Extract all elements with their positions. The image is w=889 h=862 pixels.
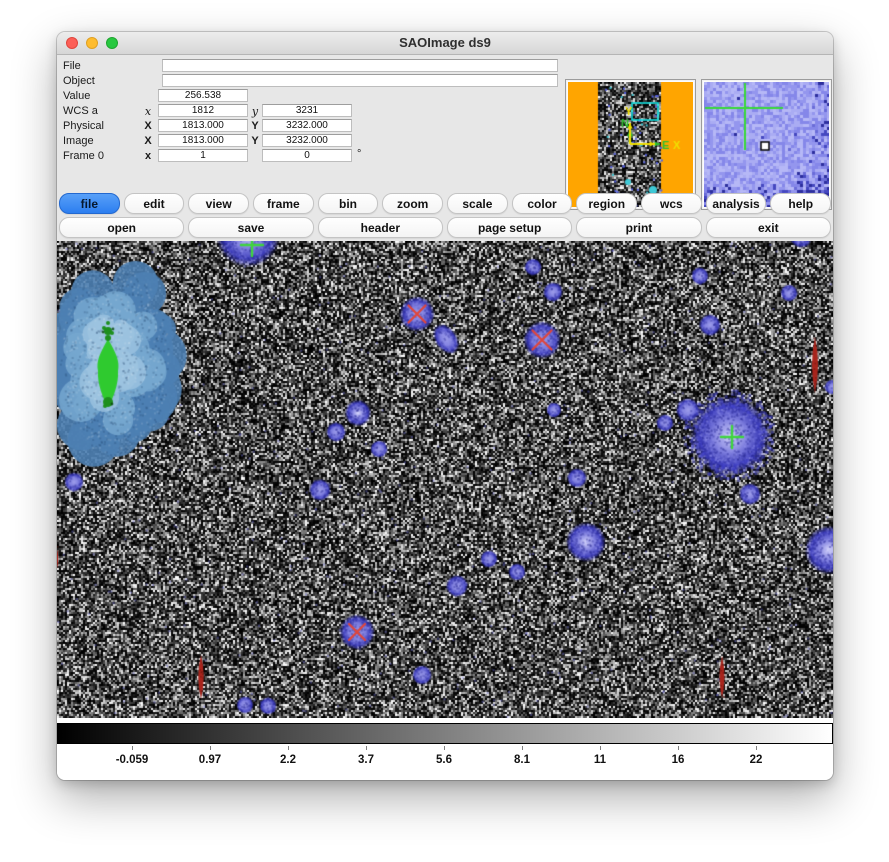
colorbar[interactable] <box>57 723 833 744</box>
colorbar-tick-label: 0.97 <box>199 754 221 766</box>
main-image-canvas[interactable] <box>57 241 833 718</box>
colorbar-tickmark <box>756 746 757 750</box>
physical-x-field[interactable] <box>158 119 248 132</box>
colorbar-tick-label: 3.7 <box>358 754 374 766</box>
page-setup-button[interactable]: page setup <box>447 217 572 238</box>
open-button[interactable]: open <box>59 217 184 238</box>
menu-button-zoom[interactable]: zoom <box>382 193 443 214</box>
frame-zoom-field[interactable] <box>158 149 248 162</box>
print-button[interactable]: print <box>576 217 701 238</box>
object-label: Object <box>63 75 95 87</box>
menu-button-wcs[interactable]: wcs <box>641 193 702 214</box>
image-x-field[interactable] <box>158 134 248 147</box>
menu-button-analysis[interactable]: analysis <box>706 193 767 214</box>
image-y-field[interactable] <box>262 134 352 147</box>
physical-y-key: Y <box>248 120 262 132</box>
colorbar-tickmark <box>444 746 445 750</box>
wcs-x-key: x <box>141 105 155 118</box>
save-button[interactable]: save <box>188 217 313 238</box>
header-button[interactable]: header <box>318 217 443 238</box>
frame-label: Frame 0 <box>63 150 104 162</box>
wcs-label: WCS a <box>63 105 98 117</box>
window-title: SAOImage ds9 <box>57 32 833 54</box>
colorbar-section: -0.059 0.97 2.2 3.7 5.6 8.1 11 16 22 <box>57 718 833 780</box>
wcs-x-field[interactable] <box>158 104 248 117</box>
panner-panel <box>565 79 696 210</box>
magnifier-canvas <box>704 82 829 207</box>
file-toolbar: open save header page setup print exit <box>59 217 831 238</box>
menu-button-scale[interactable]: scale <box>447 193 508 214</box>
value-field[interactable] <box>158 89 248 102</box>
menu-bar: file edit view frame bin zoom scale colo… <box>59 193 831 214</box>
wcs-y-key: y <box>248 105 262 118</box>
object-field[interactable] <box>162 74 558 87</box>
colorbar-tickmark <box>522 746 523 750</box>
colorbar-tick-label: 5.6 <box>436 754 452 766</box>
info-row-file: File <box>57 59 833 73</box>
menu-button-color[interactable]: color <box>512 193 573 214</box>
physical-x-key: X <box>141 120 155 132</box>
frame-rotation-field[interactable] <box>262 149 352 162</box>
physical-y-field[interactable] <box>262 119 352 132</box>
colorbar-tickmark <box>678 746 679 750</box>
wcs-y-field[interactable] <box>262 104 352 117</box>
ds9-window: SAOImage ds9 File Object Value WCS a x y… <box>57 32 833 780</box>
file-label: File <box>63 60 81 72</box>
degree-symbol: ° <box>357 148 361 160</box>
colorbar-tick-label: 11 <box>594 754 606 766</box>
colorbar-tickmark <box>210 746 211 750</box>
menu-button-region[interactable]: region <box>576 193 637 214</box>
colorbar-tickmark <box>288 746 289 750</box>
image-label: Image <box>63 135 94 147</box>
physical-label: Physical <box>63 120 104 132</box>
menu-button-frame[interactable]: frame <box>253 193 314 214</box>
file-field[interactable] <box>162 59 558 72</box>
colorbar-tick-label: 8.1 <box>514 754 530 766</box>
menu-button-file[interactable]: file <box>59 193 120 214</box>
colorbar-tickmark <box>132 746 133 750</box>
menu-button-view[interactable]: view <box>188 193 249 214</box>
colorbar-tick-label: 16 <box>672 754 685 766</box>
image-y-key: Y <box>248 135 262 147</box>
frame-x-key: x <box>141 150 155 162</box>
colorbar-tick-label: 2.2 <box>280 754 296 766</box>
colorbar-tickmark <box>366 746 367 750</box>
menu-button-edit[interactable]: edit <box>124 193 185 214</box>
titlebar[interactable]: SAOImage ds9 <box>57 32 833 55</box>
colorbar-tick-label: -0.059 <box>116 754 149 766</box>
menu-button-help[interactable]: help <box>770 193 831 214</box>
colorbar-tick-label: 22 <box>750 754 763 766</box>
exit-button[interactable]: exit <box>706 217 831 238</box>
panner-canvas[interactable] <box>568 82 693 207</box>
menu-button-bin[interactable]: bin <box>318 193 379 214</box>
image-x-key: X <box>141 135 155 147</box>
value-label: Value <box>63 90 90 102</box>
colorbar-tickmark <box>600 746 601 750</box>
info-panel: File Object Value WCS a x y Physical X Y… <box>57 55 833 190</box>
magnifier-panel <box>701 79 832 210</box>
